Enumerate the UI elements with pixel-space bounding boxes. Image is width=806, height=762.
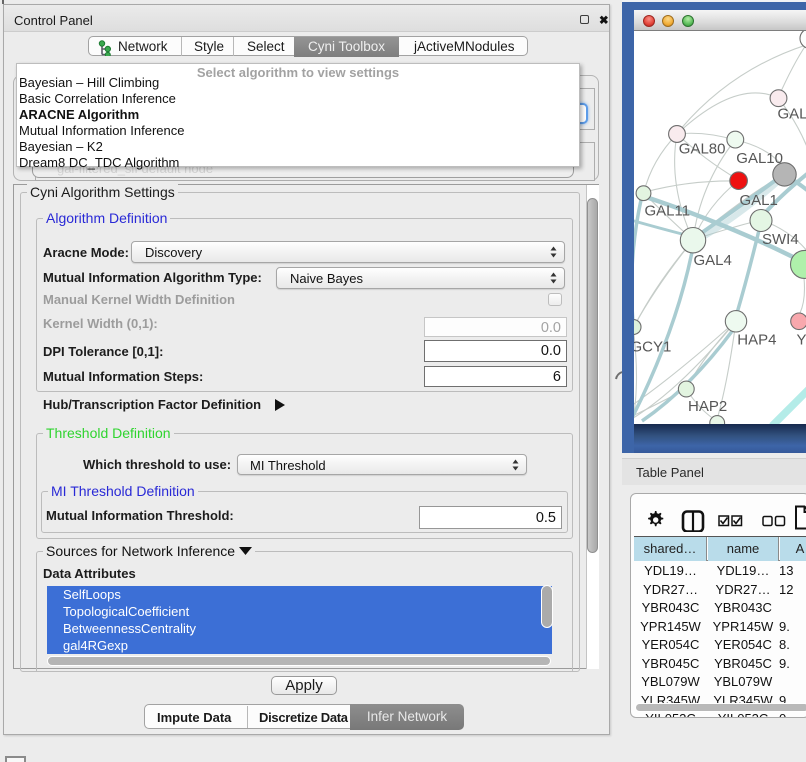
svg-text:GAL: GAL bbox=[778, 106, 806, 123]
svg-text:HAP2: HAP2 bbox=[688, 398, 727, 415]
svg-text:SWI4: SWI4 bbox=[762, 231, 799, 248]
svg-text:HAP4: HAP4 bbox=[737, 332, 776, 349]
svg-text:GAL80: GAL80 bbox=[679, 141, 726, 158]
svg-text:GAL1: GAL1 bbox=[740, 192, 778, 209]
svg-text:GAL4: GAL4 bbox=[694, 252, 732, 269]
svg-text:Y: Y bbox=[797, 332, 806, 349]
svg-text:GCY1: GCY1 bbox=[634, 339, 671, 356]
svg-text:GAL10: GAL10 bbox=[736, 150, 783, 167]
svg-text:GAL11: GAL11 bbox=[645, 202, 691, 219]
